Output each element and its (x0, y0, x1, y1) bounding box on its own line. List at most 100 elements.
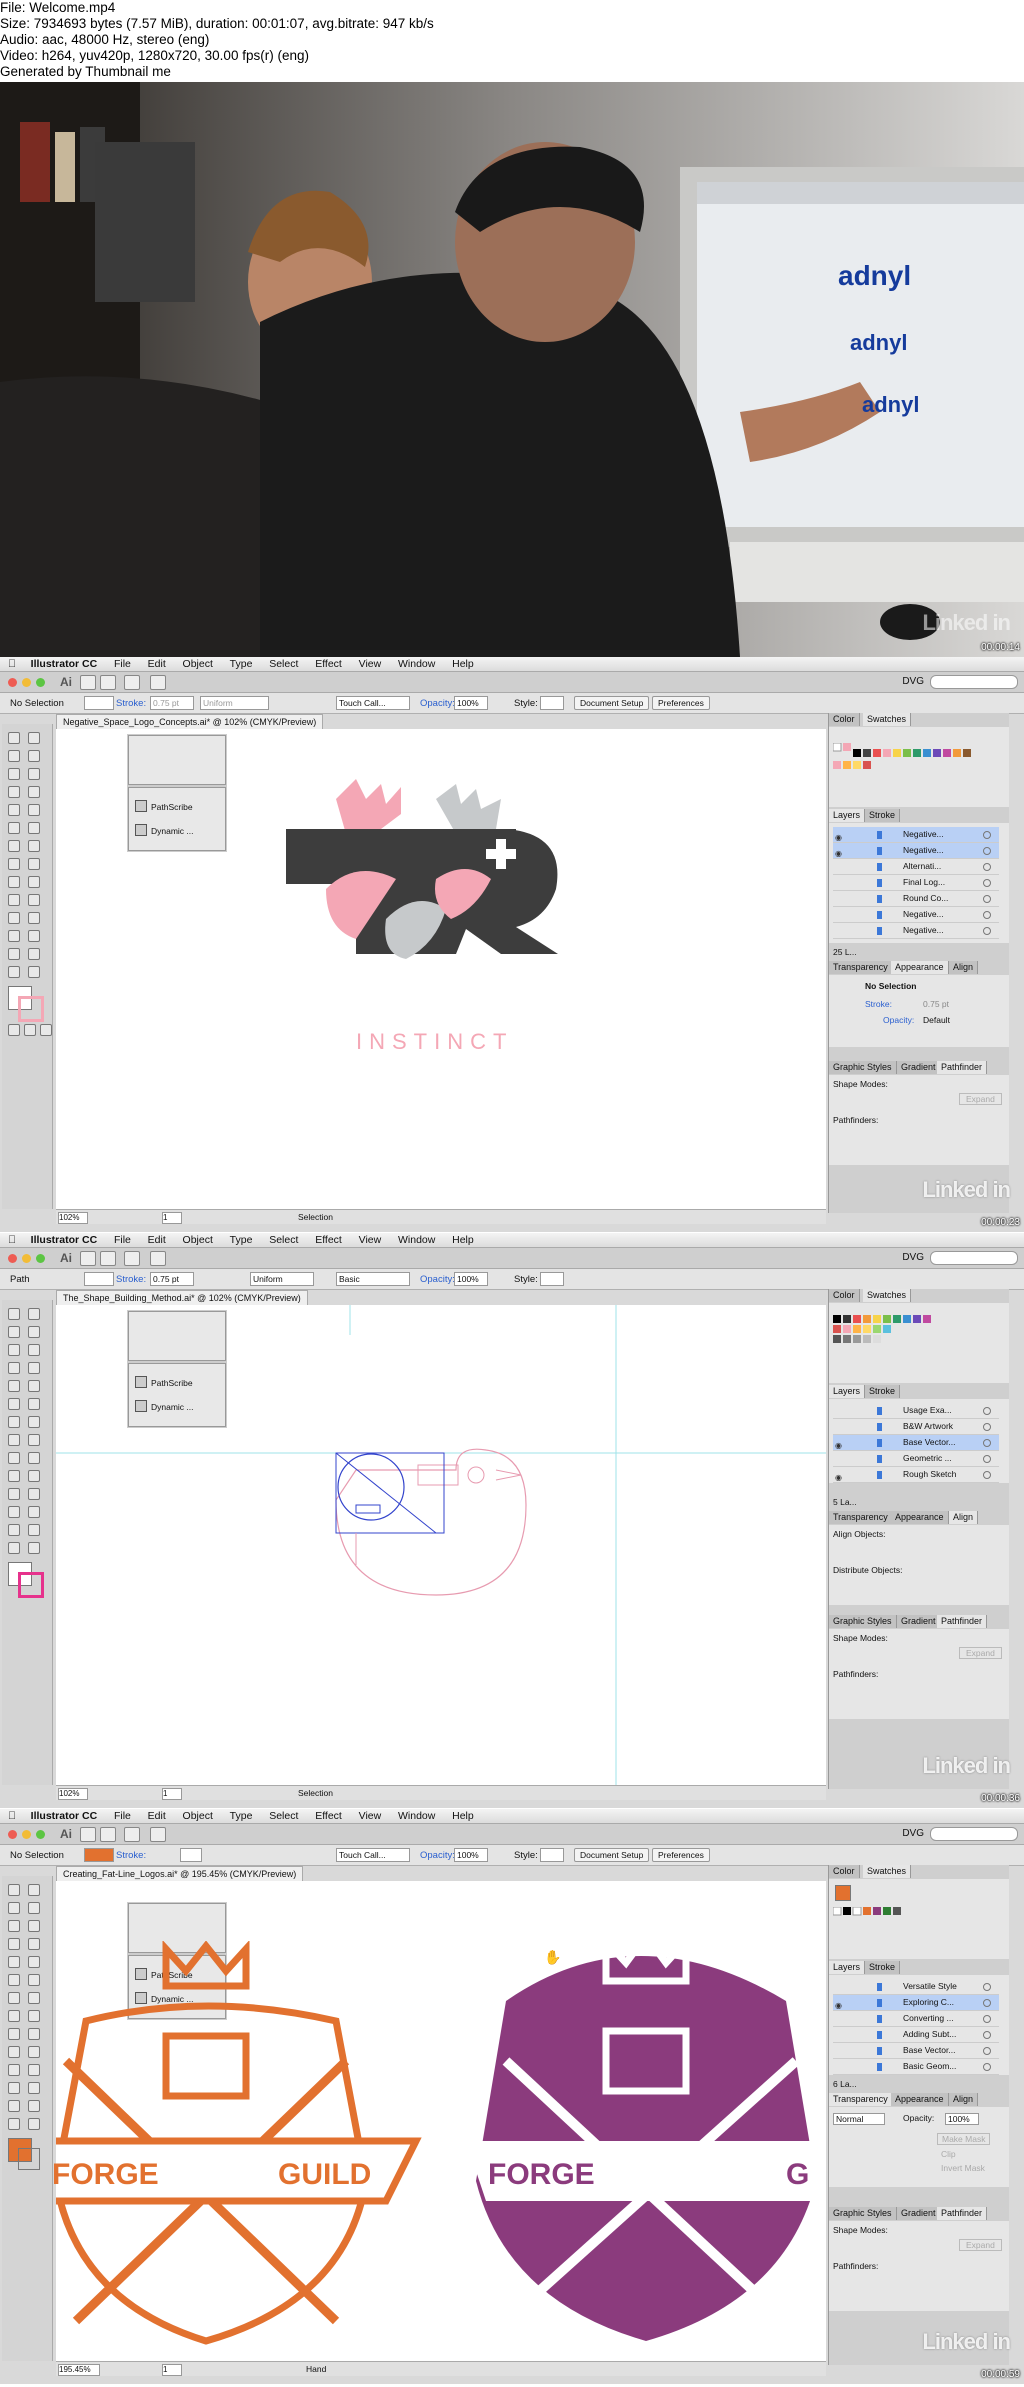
type-tool-icon[interactable] (8, 1362, 20, 1374)
layer-row[interactable]: Negative... (833, 923, 999, 939)
stroke-weight-field[interactable]: 0.75 pt (150, 696, 194, 710)
rotate-tool-icon[interactable] (8, 1992, 20, 2004)
zoom-window-icon[interactable] (36, 1254, 45, 1263)
dynamic-row[interactable]: Dynamic ... (135, 824, 194, 836)
target-icon[interactable] (983, 927, 991, 935)
menu-effect[interactable]: Effect (315, 657, 342, 671)
brush-definition[interactable]: Basic (336, 1272, 410, 1286)
target-icon[interactable] (983, 895, 991, 903)
menu-window[interactable]: Window (398, 657, 435, 671)
fill-swatch[interactable] (84, 1272, 114, 1286)
zoom-field[interactable]: 102% (58, 1788, 88, 1800)
align-tab[interactable]: Align (949, 2093, 979, 2106)
line-tool-icon[interactable] (28, 1362, 40, 1374)
blend-tool-icon[interactable] (28, 1488, 40, 1500)
target-icon[interactable] (983, 1439, 991, 1447)
bridge-button[interactable] (80, 1251, 96, 1266)
mesh-tool-icon[interactable] (8, 894, 20, 906)
curvature-tool-icon[interactable] (28, 1920, 40, 1932)
symbol-sprayer-tool-icon[interactable] (8, 1506, 20, 1518)
menu-window[interactable]: Window (398, 1233, 435, 1247)
target-icon[interactable] (983, 1455, 991, 1463)
style-picker[interactable] (540, 1848, 564, 1862)
zoom-field[interactable]: 102% (58, 1212, 88, 1224)
zoom-tool-icon[interactable] (28, 966, 40, 978)
selection-tool-icon[interactable] (8, 1884, 20, 1896)
menu-edit[interactable]: Edit (148, 657, 166, 671)
menu-help[interactable]: Help (452, 657, 474, 671)
eye-icon[interactable]: ◉ (835, 1470, 842, 1485)
target-icon[interactable] (983, 1407, 991, 1415)
artboard-canvas[interactable]: PathScribe Dynamic ... INSTINCT (56, 729, 826, 1209)
stroke-color-icon[interactable] (18, 1572, 44, 1598)
active-swatch[interactable] (835, 1885, 851, 1901)
free-transform-tool-icon[interactable] (28, 1434, 40, 1446)
menu-app[interactable]: Illustrator CC (31, 1233, 98, 1247)
menu-effect[interactable]: Effect (315, 1233, 342, 1247)
menu-window[interactable]: Window (398, 1809, 435, 1823)
magic-wand-tool-icon[interactable] (8, 1902, 20, 1914)
stroke-label[interactable]: Stroke: (116, 1850, 146, 1861)
graph-tool-icon[interactable] (28, 1506, 40, 1518)
menu-view[interactable]: View (359, 657, 382, 671)
bridge-button[interactable] (80, 675, 96, 690)
artboard-canvas[interactable]: PathScribe Dynamic ... FORGE GUILD FORGE… (52, 1881, 826, 2361)
document-setup-button[interactable]: Document Setup (574, 1848, 650, 1862)
pathfinder-tab[interactable]: Pathfinder (937, 2207, 988, 2220)
graph-tool-icon[interactable] (28, 930, 40, 942)
opacity-field[interactable]: 100% (454, 1272, 488, 1286)
paintbrush-tool-icon[interactable] (28, 1380, 40, 1392)
layer-row[interactable]: B&W Artwork (833, 1419, 999, 1435)
artboard-number[interactable]: 1 (162, 2364, 182, 2376)
eraser-tool-icon[interactable] (28, 1398, 40, 1410)
paintbrush-tool-icon[interactable] (28, 1956, 40, 1968)
pathfinder-tab[interactable]: Pathfinder (937, 1061, 988, 1074)
layer-row[interactable]: Alternati... (833, 859, 999, 875)
selection-tool-icon[interactable] (8, 1308, 20, 1320)
stock-button[interactable] (100, 1251, 116, 1266)
shape-builder-tool-icon[interactable] (8, 1452, 20, 1464)
layers-tab[interactable]: Layers (829, 1961, 866, 1974)
curvature-tool-icon[interactable] (28, 1344, 40, 1356)
color-tab[interactable]: Color (829, 1865, 860, 1878)
mesh-tool-icon[interactable] (8, 2046, 20, 2058)
layer-row[interactable]: Converting ... (833, 2011, 999, 2027)
preferences-button[interactable]: Preferences (652, 696, 710, 710)
gradient-mode-icon[interactable] (24, 1024, 36, 1036)
stroke-color-icon[interactable] (18, 2148, 40, 2170)
menu-app[interactable]: Illustrator CC (31, 657, 98, 671)
close-window-icon[interactable] (8, 1830, 17, 1839)
type-tool-icon[interactable] (8, 786, 20, 798)
menu-type[interactable]: Type (230, 1233, 253, 1247)
gradient-tab[interactable]: Gradient (897, 1615, 941, 1628)
search-input[interactable] (930, 1251, 1018, 1265)
opacity-label[interactable]: Opacity: (420, 1274, 455, 1285)
blend-tool-icon[interactable] (28, 912, 40, 924)
artboard-tool-icon[interactable] (8, 948, 20, 960)
pen-tool-icon[interactable] (8, 768, 20, 780)
direct-selection-tool-icon[interactable] (28, 1884, 40, 1896)
swatches-tab[interactable]: Swatches (863, 1865, 912, 1878)
target-icon[interactable] (983, 1999, 991, 2007)
menu-help[interactable]: Help (452, 1233, 474, 1247)
layers-tab[interactable]: Layers (829, 1385, 866, 1398)
gradient-tool-icon[interactable] (28, 894, 40, 906)
appearance-tab[interactable]: Appearance (891, 961, 949, 974)
style-picker[interactable] (540, 696, 564, 710)
magic-wand-tool-icon[interactable] (8, 1326, 20, 1338)
layer-row[interactable]: Geometric ... (833, 1451, 999, 1467)
color-tab[interactable]: Color (829, 713, 860, 726)
layer-row[interactable]: Final Log... (833, 875, 999, 891)
close-window-icon[interactable] (8, 678, 17, 687)
preferences-button[interactable]: Preferences (652, 1848, 710, 1862)
fill-swatch[interactable] (84, 1848, 114, 1862)
document-setup-button[interactable]: Document Setup (574, 696, 650, 710)
graphic-styles-tab[interactable]: Graphic Styles (829, 2207, 897, 2220)
symbol-sprayer-tool-icon[interactable] (8, 2082, 20, 2094)
mesh-tool-icon[interactable] (8, 1470, 20, 1482)
target-icon[interactable] (983, 1983, 991, 1991)
shape-builder-tool-icon[interactable] (8, 876, 20, 888)
rotate-tool-icon[interactable] (8, 840, 20, 852)
transparency-tab[interactable]: Transparency (829, 1511, 893, 1524)
zoom-field[interactable]: 195.45% (58, 2364, 100, 2376)
